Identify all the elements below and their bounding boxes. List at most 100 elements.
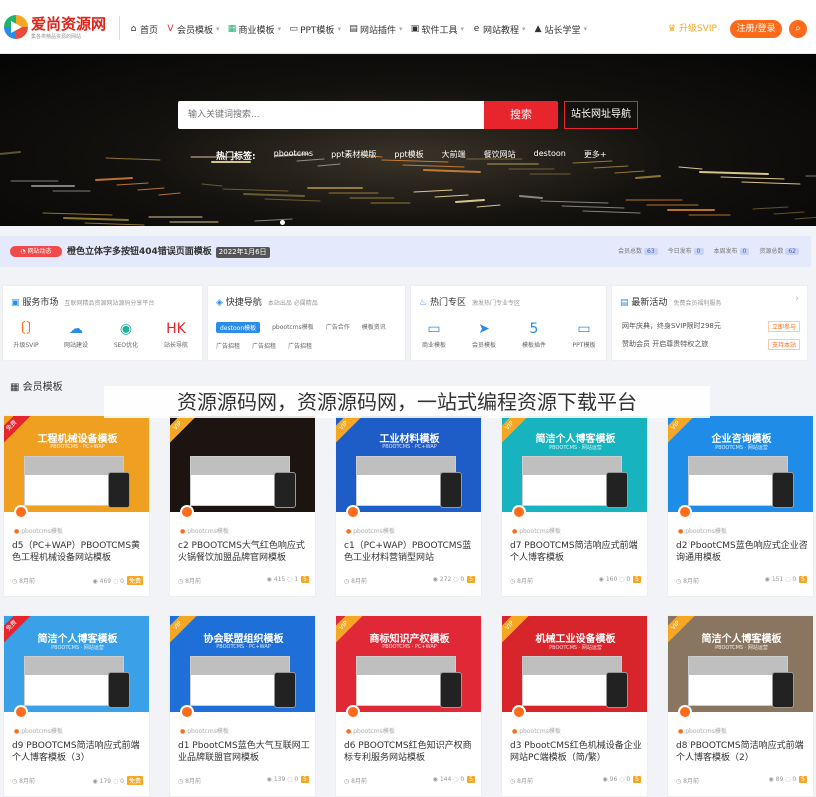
card-title[interactable]: c1（PC+WAP）PBOOTCMS蓝色工业材料营销型网站 (344, 540, 478, 566)
event-join-button[interactable]: 立即参与 (768, 321, 801, 332)
card-thumbnail[interactable]: 工程机械设备模板 PBOOTCMS · PC+WAP 免费 (4, 416, 149, 512)
nav-item[interactable]: V 会员模板 ▾ (166, 21, 219, 37)
hot-tag[interactable]: 餐饮网站 (484, 149, 516, 162)
quick-tag[interactable]: 广告招租 (288, 341, 312, 350)
upgrade-svip-link[interactable]: ♛ 升级SVIP (668, 21, 717, 34)
author-avatar[interactable] (512, 505, 526, 519)
template-card[interactable]: 简洁个人博客模板PBOOTCMS · 网站运营免费 pbootcms模板 d9 PB… (3, 615, 150, 797)
hero-search-input[interactable] (178, 101, 458, 129)
card-category[interactable]: pbootcms模板 (346, 526, 395, 535)
card-category[interactable]: pbootcms模板 (180, 526, 229, 535)
event-support-button[interactable]: 支持本站 (768, 339, 801, 350)
card-title[interactable]: d7 PBOOTCMS简洁响应式前端个人博客模板 (510, 540, 644, 566)
author-avatar[interactable] (180, 505, 194, 519)
card-category[interactable]: pbootcms模板 (14, 526, 63, 535)
author-avatar[interactable] (180, 705, 194, 719)
quick-tag[interactable]: 广告合作 (326, 322, 350, 333)
author-avatar[interactable] (678, 705, 692, 719)
quick-link[interactable]: 〔〕 升级SVIP (11, 320, 41, 349)
template-card[interactable]: 协会联盟组织模板PBOOTCMS · PC+WAPVIP pbootcms模板 d1… (169, 615, 316, 797)
quick-tag[interactable]: 模板资讯 (362, 322, 386, 333)
author-avatar[interactable] (346, 705, 360, 719)
author-avatar[interactable] (346, 505, 360, 519)
card-thumbnail[interactable]: 简洁个人博客模板 PBOOTCMS · 网站运营 VIP (502, 416, 647, 512)
author-avatar[interactable] (678, 505, 692, 519)
quick-link[interactable]: ➤ 会员模板 (469, 320, 499, 349)
template-card[interactable]: 简洁个人博客模板PBOOTCMS · 网站运营VIP pbootcms模板 d8 P… (667, 615, 814, 797)
card-title[interactable]: d2 PbootCMS蓝色响应式企业咨询通用模板 (676, 540, 810, 566)
card-category[interactable]: pbootcms模板 (678, 526, 727, 535)
nav-item[interactable]: ▲ 站长学堂 ▾ (534, 21, 588, 37)
quick-link[interactable]: ☁ 网站建设 (61, 320, 91, 349)
site-nav-button[interactable]: 站长网址导航 (564, 101, 638, 129)
nav-item-label: 网站插件 (359, 25, 396, 36)
card-title[interactable]: c2 PBOOTCMS大气红色响应式火锅餐饮加盟品牌官网模板 (178, 540, 312, 566)
card-title[interactable]: d5（PC+WAP）PBOOTCMS黄色工程机械设备网站模板 (12, 540, 146, 566)
login-button[interactable]: 注册/登录 (730, 20, 782, 38)
quick-link[interactable]: ▭ PPT模板 (569, 320, 599, 349)
search-icon[interactable]: ⌕ (789, 20, 807, 38)
hero-search-button[interactable]: 搜索 (484, 101, 558, 129)
nav-item[interactable]: ▦ 商业模板 ▾ (228, 21, 281, 37)
nav-item[interactable]: ▤ 网站插件 ▾ (349, 21, 402, 37)
card-title[interactable]: d9 PBOOTCMS简洁响应式前端个人博客模板（3） (12, 740, 146, 766)
notice-headline[interactable]: 橙色立体字多按钮404错误页面模板 2022年1月6日 (67, 244, 270, 258)
hot-tag[interactable]: ppt素材模版 (331, 149, 376, 162)
card-category[interactable]: pbootcms模板 (346, 726, 395, 735)
chevron-right-icon[interactable]: › (795, 294, 799, 304)
template-card[interactable]: 工程机械设备模板PBOOTCMS · PC+WAP免费 pbootcms模板 d5（… (3, 415, 150, 597)
card-thumbnail[interactable]: 工业材料模板 PBOOTCMS · PC+WAP VIP (336, 416, 481, 512)
crown-icon: ♛ (668, 24, 677, 34)
quick-link[interactable]: HK 站长导航 (161, 320, 191, 349)
template-card[interactable]: 机械工业设备模板PBOOTCMS · 网站运营VIP pbootcms模板 d3 P… (501, 615, 648, 797)
quick-link[interactable]: ▭ 商业模板 (419, 320, 449, 349)
card-thumbnail[interactable]: 机械工业设备模板 PBOOTCMS · 网站运营 VIP (502, 616, 647, 712)
card-meta: ◷ 8月前 ◉ 179 ◌ 0 免费 (12, 776, 143, 785)
card-category[interactable]: pbootcms模板 (512, 726, 561, 735)
carousel-dot[interactable] (280, 220, 285, 225)
card-thumbnail[interactable]: 协会联盟组织模板 PBOOTCMS · PC+WAP VIP (170, 616, 315, 712)
card-thumbnail[interactable]: 简洁个人博客模板 PBOOTCMS · 网站运营 VIP (668, 616, 813, 712)
quick-tag[interactable]: pbootcms模板 (272, 322, 314, 333)
card-price: 5 (799, 776, 807, 783)
hot-tag[interactable]: pbootcms (274, 149, 313, 162)
template-card[interactable]: 简洁个人博客模板PBOOTCMS · 网站运营VIP pbootcms模板 d7 P… (501, 415, 648, 597)
nav-item[interactable]: e 网站教程 ▾ (472, 21, 526, 37)
card-thumbnail[interactable]: 企业咨询模板 PBOOTCMS · 网站运营 VIP (668, 416, 813, 512)
author-avatar[interactable] (14, 505, 28, 519)
nav-item[interactable]: ▣ 软件工具 ▾ (410, 21, 464, 37)
card-title[interactable]: d8 PBOOTCMS简洁响应式前端个人博客模板（2） (676, 740, 810, 766)
event-row-2[interactable]: 赞助会员 开启尊贵特权之旅 (622, 339, 708, 349)
quick-tag[interactable]: destoon模板 (216, 322, 261, 333)
hot-tag[interactable]: ppt模板 (394, 149, 423, 162)
card-category[interactable]: pbootcms模板 (512, 526, 561, 535)
quick-tag[interactable]: 广告招租 (252, 341, 276, 350)
event-row-1[interactable]: 网年庆典，终身SVIP限时298元 (622, 321, 721, 331)
site-logo[interactable]: 爱尚资源网 集各类精品资源的网站 (4, 12, 106, 42)
nav-item[interactable]: ▭ PPT模板 ▾ (289, 21, 341, 37)
card-date: 8月前 (517, 778, 533, 785)
card-title[interactable]: d3 PbootCMS红色机械设备企业网站PC端模板（简/繁） (510, 740, 644, 766)
thumbnail-phone-preview (440, 672, 462, 708)
card-thumbnail[interactable]: 商标知识产权模板 PBOOTCMS · PC+WAP VIP (336, 616, 481, 712)
author-avatar[interactable] (14, 705, 28, 719)
quick-link[interactable]: ◉ SEO优化 (111, 320, 141, 349)
template-card[interactable]: 工业材料模板PBOOTCMS · PC+WAPVIP pbootcms模板 c1（P… (335, 415, 482, 597)
card-thumbnail[interactable]: 简洁个人博客模板 PBOOTCMS · 网站运营 免费 (4, 616, 149, 712)
card-category[interactable]: pbootcms模板 (14, 726, 63, 735)
author-avatar[interactable] (512, 705, 526, 719)
nav-item[interactable]: ⌂ 首页 (129, 21, 158, 37)
card-category[interactable]: pbootcms模板 (180, 726, 229, 735)
quick-link[interactable]: 5 模板插件 (519, 320, 549, 349)
template-card[interactable]: 企业咨询模板PBOOTCMS · 网站运营VIP pbootcms模板 d2 Pbo… (667, 415, 814, 597)
template-card[interactable]: 商标知识产权模板PBOOTCMS · PC+WAPVIP pbootcms模板 d6… (335, 615, 482, 797)
card-category[interactable]: pbootcms模板 (678, 726, 727, 735)
hot-tag[interactable]: 大前端 (442, 149, 466, 162)
template-card[interactable]: VIP pbootcms模板 c2 PBOOTCMS大气红色响应式火锅餐饮加盟品牌官… (169, 415, 316, 597)
card-title[interactable]: d1 PbootCMS蓝色大气互联网工业品牌联盟官网模板 (178, 740, 312, 766)
hot-tag[interactable]: destoon (534, 149, 566, 162)
quick-tag[interactable]: 广告招租 (216, 341, 240, 350)
hot-tag[interactable]: 更多+ (584, 149, 607, 162)
card-thumbnail[interactable]: VIP (170, 416, 315, 512)
card-title[interactable]: d6 PBOOTCMS红色知识产权商标专利服务网站模板 (344, 740, 478, 766)
